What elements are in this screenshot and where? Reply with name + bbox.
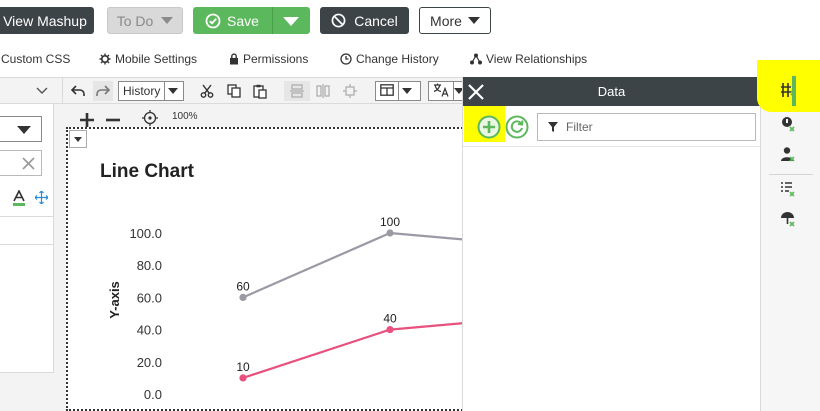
permissions-label: Permissions [243,52,309,66]
data-panel-title: Data [597,84,626,99]
zoom-level: 100% [172,111,198,122]
cut-icon[interactable] [199,83,215,99]
panel-footer [0,372,54,411]
layout-select[interactable] [375,81,421,101]
data-label: 60 [236,279,250,293]
series-line [242,231,468,299]
view-mashup-label: View Mashup [3,12,87,29]
localization-select[interactable] [428,81,464,101]
more-label: More [430,12,462,29]
chevron-down-icon [17,126,31,134]
data-icon[interactable] [778,80,798,100]
save-label: Save [227,12,259,29]
cancel-label: Cancel [354,12,398,29]
split-vertical-icon[interactable] [315,83,331,99]
data-point [386,229,394,237]
data-point [386,326,394,334]
y-axis-label: Y-axis [107,281,122,319]
split-divider [272,7,273,34]
data-point [239,374,247,382]
chevron-down-icon [467,17,480,24]
chevron-down-icon[interactable] [34,83,50,99]
divider [0,244,54,245]
data-point [239,293,247,301]
translate-icon [429,83,453,100]
y-tick-label: 60.0 [137,290,162,305]
data-label: 40 [383,312,397,326]
line-chart: Y-axis 100.0 80.0 60.0 40.0 20.0 0.0 60 100 10 4… [107,215,468,402]
clock-icon [340,53,352,65]
chevron-down-icon [164,82,181,100]
redo-icon[interactable] [93,81,113,101]
history-select[interactable]: History [118,81,184,101]
permissions-link[interactable]: Permissions [229,52,308,66]
copy-icon[interactable] [226,83,242,99]
history-select-label: History [123,84,161,98]
data-panel-header: Data [463,77,760,106]
layout-icon [376,83,398,99]
view-mashup-button[interactable]: View Mashup [0,7,94,34]
y-tick-label: 100.0 [129,226,162,241]
view-relationships-link[interactable]: View Relationships [470,52,587,66]
chevron-down-icon [161,17,174,24]
data-label: 10 [236,360,250,374]
property-input[interactable] [0,150,42,176]
save-options-icon[interactable] [283,17,299,26]
editor-toolbar: History [0,77,464,104]
mobile-settings-label: Mobile Settings [115,52,198,66]
relationships-icon [470,53,482,65]
view-relationships-label: View Relationships [486,52,588,66]
gear-icon [99,53,111,65]
user-icon[interactable] [778,144,798,164]
close-icon[interactable] [467,83,485,101]
cancel-button[interactable]: Cancel [320,7,409,34]
clear-icon[interactable] [22,157,35,170]
chevron-down-icon [398,82,415,100]
filter-placeholder: Filter [566,120,593,134]
todo-label: To Do [116,12,154,29]
series-line [242,321,468,379]
cancel-icon [331,13,346,28]
font-color-icon[interactable] [12,189,26,209]
split-horizontal-icon[interactable] [289,83,305,99]
move-icon[interactable] [34,190,49,207]
session-icon[interactable] [778,114,798,134]
mashup-builder: View Mashup To Do Save Cancel More Custo… [0,0,820,411]
mobile-settings-link[interactable]: Mobile Settings [99,52,197,66]
add-data-icon[interactable] [477,115,501,142]
list-icon[interactable] [778,179,798,199]
filter-icon [548,122,558,132]
y-tick-label: 80.0 [137,258,162,273]
data-label: 100 [380,215,400,229]
y-tick-label: 40.0 [137,323,162,338]
right-rail [757,60,820,411]
data-panel: Data Filter [462,77,761,411]
property-select[interactable] [0,116,42,142]
save-button[interactable]: Save [193,7,310,34]
todo-dropdown[interactable]: To Do [107,7,183,34]
divider [0,216,54,217]
divider [769,174,813,175]
y-tick-label: 20.0 [137,355,162,370]
change-history-label: Change History [356,52,439,66]
lock-icon [230,53,238,65]
filter-input[interactable]: Filter [537,113,756,141]
more-dropdown[interactable]: More [419,7,491,34]
custom-css-link[interactable]: Custom CSS [1,52,70,66]
properties-panel [0,104,54,411]
umbrella-icon[interactable] [778,209,798,229]
toolbar-divider [62,78,63,103]
y-tick-label: 0.0 [144,387,162,402]
undo-icon[interactable] [70,83,86,99]
divider [463,146,761,147]
custom-css-label: Custom CSS [1,52,71,66]
paste-icon[interactable] [252,83,268,99]
change-history-link[interactable]: Change History [340,52,439,66]
refresh-icon[interactable] [505,115,529,142]
position-icon[interactable] [342,83,358,99]
mashup-canvas: Line Chart Y-axis 100.0 80.0 60.0 40.0 20.0 0… [66,127,468,411]
check-circle-icon [205,13,221,28]
